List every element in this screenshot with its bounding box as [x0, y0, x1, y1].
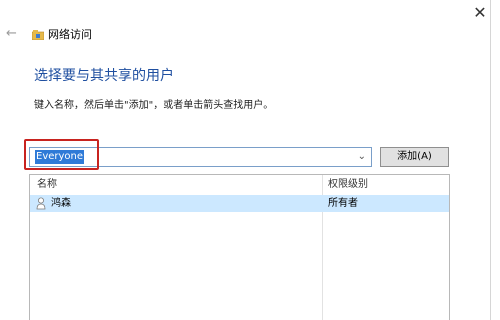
chevron-down-icon[interactable]: ⌄	[358, 150, 366, 164]
back-arrow-icon[interactable]: ←	[6, 25, 17, 43]
instruction-text: 键入名称，然后单击"添加"，或者单击箭头查找用户。	[34, 100, 274, 111]
window-edge	[490, 0, 491, 320]
user-icon	[36, 197, 46, 210]
highlight-annotation	[24, 139, 99, 170]
window-title: 网络访问	[48, 28, 92, 41]
network-share-icon	[32, 30, 44, 40]
add-button[interactable]: 添加(A)	[380, 147, 449, 167]
row-name-cell: 鸿森	[51, 198, 71, 209]
table-row[interactable]	[30, 195, 449, 212]
page-heading: 选择要与其共享的用户	[34, 68, 174, 84]
column-header-permission[interactable]: 权限级别	[328, 175, 368, 195]
column-header-name[interactable]: 名称	[37, 175, 57, 195]
close-button[interactable]: ✕	[460, 0, 500, 28]
row-permission-cell: 所有者	[328, 198, 358, 209]
users-table: 名称 权限级别 鸿森 所有者	[29, 174, 450, 320]
